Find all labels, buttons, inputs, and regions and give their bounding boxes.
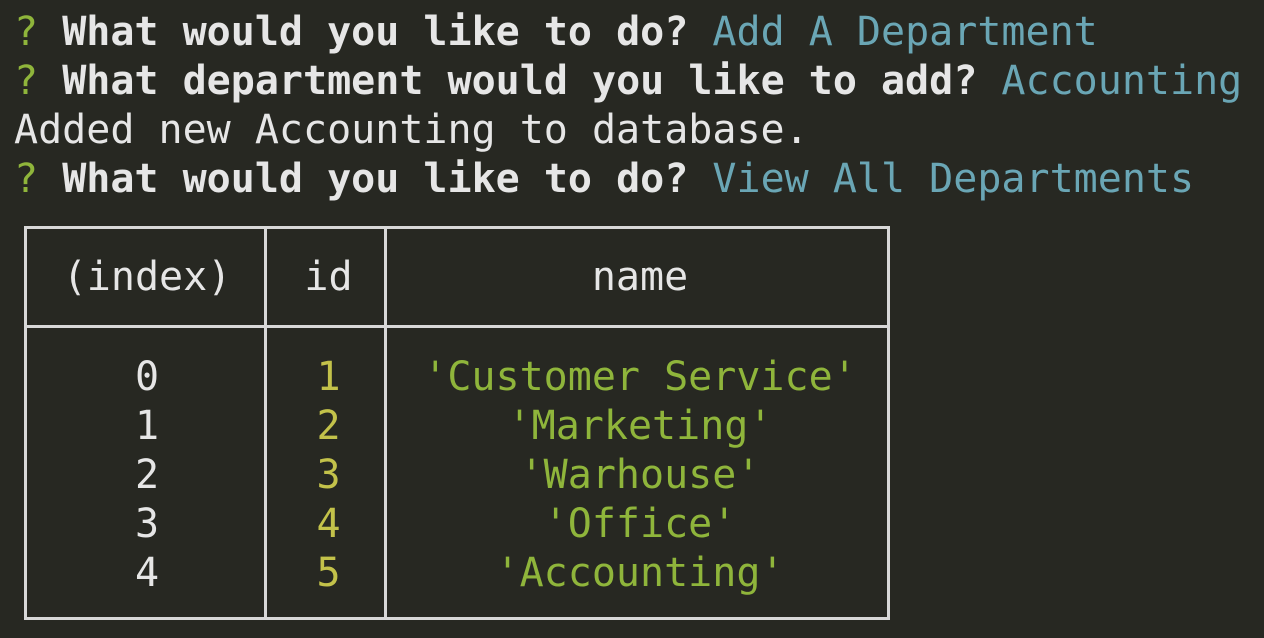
prompt-line-1: ? What would you like to do? Add A Depar… — [14, 8, 1264, 57]
cell-name: 'Accounting' — [495, 550, 785, 596]
prompt-question: What would you like to do? — [62, 9, 689, 55]
cell-name: 'Warhouse' — [519, 452, 761, 498]
cell-id: 5 — [316, 550, 341, 596]
cell-id: 4 — [316, 501, 341, 547]
prompt-line-3: ? What would you like to do? View All De… — [14, 155, 1264, 204]
prompt-answer: Add A Department — [712, 9, 1098, 55]
prompt-marker: ? — [14, 9, 39, 55]
header-id: id — [304, 254, 353, 300]
prompt-marker: ? — [14, 58, 39, 104]
cell-name: 'Marketing' — [507, 403, 773, 449]
header-divider — [27, 325, 887, 328]
prompt-question: What would you like to do? — [62, 156, 689, 202]
cell-index: 4 — [134, 550, 160, 596]
id-column: 1 2 3 4 5 — [270, 353, 387, 598]
cell-name: 'Office' — [543, 501, 737, 547]
prompt-line-2: ? What department would you like to add?… — [14, 57, 1264, 106]
cell-id: 2 — [316, 403, 341, 449]
status-message: Added new Accounting to database. — [14, 107, 809, 153]
cell-index: 0 — [134, 354, 160, 400]
cell-index: 1 — [134, 403, 160, 449]
index-column: 0 1 2 3 4 — [27, 353, 267, 598]
name-column: 'Customer Service' 'Marketing' 'Warhouse… — [390, 353, 890, 598]
prompt-answer: View All Departments — [712, 156, 1195, 202]
cell-index: 3 — [134, 501, 160, 547]
header-index: (index) — [62, 254, 232, 300]
cell-id: 1 — [316, 354, 341, 400]
prompt-answer: Accounting — [1001, 58, 1243, 104]
cell-id: 3 — [316, 452, 341, 498]
cell-name: 'Customer Service' — [423, 354, 857, 400]
cell-index: 2 — [134, 452, 160, 498]
prompt-marker: ? — [14, 156, 39, 202]
prompt-question: What department would you like to add? — [62, 58, 978, 104]
header-name: name — [591, 254, 689, 300]
departments-table: (index) id name 0 1 2 3 4 1 2 3 4 5 'Cus… — [24, 226, 890, 620]
